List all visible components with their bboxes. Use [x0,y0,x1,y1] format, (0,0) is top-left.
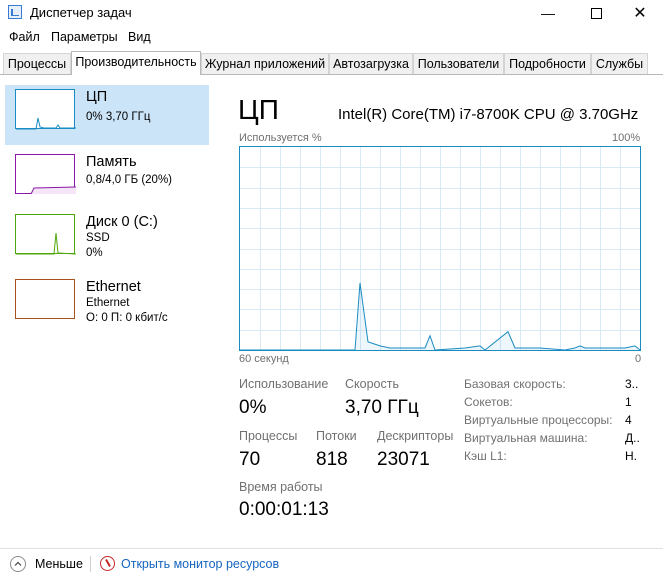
tab-app-history[interactable]: Журнал приложений [201,53,329,74]
tab-services[interactable]: Службы [591,53,648,74]
tab-strip: Процессы Производительность Журнал прило… [0,51,663,75]
threads-label: Потоки [316,429,357,443]
detail-value: 1 [625,395,632,409]
footer-separator [90,556,91,572]
chevron-up-icon [14,561,22,566]
close-button[interactable]: ✕ [617,0,663,26]
detail-label: Виртуальная машина: [464,431,588,445]
sidebar-item-title: Память [86,154,137,170]
detail-label: Кэш L1: [464,449,507,463]
sidebar-item-cpu[interactable]: ЦП 0% 3,70 ГГц [5,85,209,145]
sidebar-item-disk[interactable]: Диск 0 (C:) SSD 0% [5,210,209,270]
detail-value: Н. [625,449,637,463]
sidebar-item-detail: SSD [86,232,110,244]
fewer-details-link[interactable]: Меньше [35,557,83,571]
sidebar-item-title: Диск 0 (C:) [86,214,158,230]
menu-view[interactable]: Вид [128,30,151,44]
maximize-icon [590,7,602,19]
minimize-icon: — [541,5,555,21]
sidebar-item-detail: 0% [86,247,103,259]
cpu-usage-graph [239,146,641,351]
memory-thumbnail-graph [15,154,76,195]
minimize-button[interactable]: — [525,0,571,26]
processes-label: Процессы [239,429,298,443]
tab-performance[interactable]: Производительность [71,51,201,75]
open-resource-monitor-link[interactable]: Открыть монитор ресурсов [121,557,279,571]
uptime-label: Время работы [239,480,323,494]
speed-label: Скорость [345,377,399,391]
threads-value: 818 [316,449,348,470]
window-title: Диспетчер задач [30,5,132,20]
graph-label-zero: 0 [635,353,642,365]
detail-value: 4 [625,413,632,427]
graph-label-max: 100% [612,132,641,144]
sidebar-item-detail: 0,8/4,0 ГБ (20%) [86,174,173,186]
sidebar-item-detail: Ethernet [86,297,130,309]
detail-value: Д.. [625,431,640,445]
sidebar-item-memory[interactable]: Память 0,8/4,0 ГБ (20%) [5,150,209,210]
ethernet-thumbnail-graph [15,279,75,319]
graph-label-time: 60 секунд [239,353,289,365]
sidebar-item-title: Ethernet [86,279,141,295]
footer-divider [0,548,663,549]
title-bar: Диспетчер задач — ✕ [0,0,663,26]
page-title: ЦП [238,94,279,125]
handles-value: 23071 [377,449,430,470]
sidebar-item-ethernet[interactable]: Ethernet Ethernet О: 0 П: 0 кбит/с [5,275,209,335]
sidebar-item-title: ЦП [86,89,108,105]
sidebar: ЦП 0% 3,70 ГГц Память 0,8/4,0 ГБ (20%) Д… [0,75,215,545]
menu-bar: Файл Параметры Вид [0,27,663,49]
tab-startup[interactable]: Автозагрузка [329,53,413,74]
processes-value: 70 [239,449,261,470]
task-manager-icon [8,5,22,19]
sidebar-item-detail: О: 0 П: 0 кбит/с [86,312,168,324]
maximize-button[interactable] [573,0,619,26]
menu-options[interactable]: Параметры [51,30,118,44]
usage-label: Использование [239,377,329,391]
graph-label-usage: Используется % [239,132,322,144]
handles-label: Дескрипторы [377,429,454,443]
detail-value: 3.. [625,377,639,391]
collapse-button[interactable] [10,556,26,572]
detail-label: Виртуальные процессоры: [464,413,613,427]
detail-label: Базовая скорость: [464,377,566,391]
speed-value: 3,70 ГГц [345,397,419,418]
uptime-value: 0:00:01:13 [239,499,329,520]
close-icon: ✕ [633,5,647,22]
resource-monitor-icon [100,556,115,571]
tab-users[interactable]: Пользователи [413,53,504,74]
menu-file[interactable]: Файл [9,30,40,44]
sidebar-item-detail: 0% 3,70 ГГц [86,111,151,123]
tab-details[interactable]: Подробности [504,53,591,74]
disk-thumbnail-graph [15,214,76,255]
tab-processes[interactable]: Процессы [3,53,71,74]
detail-label: Сокетов: [464,395,513,409]
cpu-thumbnail-graph [15,89,76,130]
cpu-model: Intel(R) Core(TM) i7-8700K CPU @ 3.70GHz [338,106,639,123]
usage-value: 0% [239,397,267,418]
